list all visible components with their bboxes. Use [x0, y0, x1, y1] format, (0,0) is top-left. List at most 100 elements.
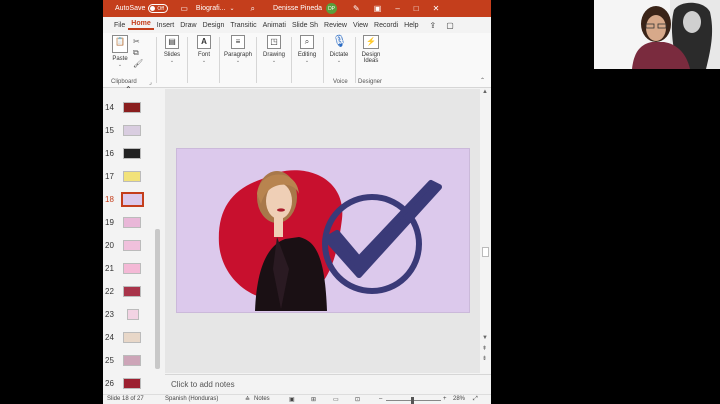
slide-thumbnail[interactable] — [123, 332, 141, 343]
close-icon[interactable]: ✕ — [433, 4, 440, 13]
ribbon-tabs: File Home Insert Draw Design Transitic A… — [103, 17, 491, 33]
scroll-up-icon[interactable]: ▲ — [482, 89, 488, 95]
slide-thumbnail[interactable] — [123, 125, 141, 136]
thumbnail-row[interactable]: 21 — [103, 260, 163, 280]
share-icon[interactable]: ⇪ — [430, 21, 437, 30]
notes-pane[interactable]: Click to add notes — [165, 374, 491, 394]
slides-button[interactable]: ▤ Slides ⌄ — [161, 35, 183, 64]
copy-icon[interactable]: ⧉ — [133, 47, 143, 58]
autosave-toggle[interactable]: Off — [148, 4, 169, 13]
slide-thumbnail[interactable] — [123, 378, 141, 389]
thumbnail-row[interactable]: 17 — [103, 168, 163, 188]
tab-insert[interactable]: Insert — [154, 22, 178, 29]
fit-to-window-icon[interactable]: ⤢ — [473, 396, 478, 403]
tab-home[interactable]: Home — [128, 20, 154, 30]
editing-button[interactable]: ⌕ Editing ⌄ — [294, 35, 320, 64]
file-name[interactable]: Biografi... — [196, 5, 226, 12]
tab-transitions[interactable]: Transitic — [227, 22, 259, 29]
thumbnail-row[interactable]: 15 — [103, 122, 163, 142]
drawing-button[interactable]: ◳ Drawing ⌄ — [260, 35, 288, 64]
slide-thumbnail[interactable] — [123, 171, 141, 182]
chevron-down-icon: ⌄ — [235, 58, 241, 64]
next-slide-icon[interactable]: ⇟ — [482, 355, 487, 362]
zoom-in-icon[interactable]: + — [443, 396, 447, 402]
thumbnail-row[interactable]: 26 — [103, 375, 163, 395]
slideshow-icon[interactable]: ⊡ — [355, 396, 360, 403]
clipboard-icon: 📋 — [112, 35, 128, 53]
tab-help[interactable]: Help — [401, 22, 421, 29]
divider — [355, 37, 356, 83]
slide-thumbnail[interactable] — [123, 263, 141, 274]
thumbnail-scrollbar[interactable] — [155, 229, 160, 369]
dictate-button[interactable]: 🎙 Dictate ⌄ — [326, 35, 352, 64]
reading-view-icon[interactable]: ▭ — [333, 396, 339, 403]
vertical-scrollbar[interactable]: ▲ ▼ ⇞ ⇟ — [480, 89, 491, 373]
slide-thumbnail[interactable] — [123, 286, 141, 297]
group-label-voice: Voice — [333, 79, 348, 85]
scroll-down-icon[interactable]: ▼ — [482, 335, 488, 341]
notes-icon[interactable]: ≙ — [245, 396, 250, 403]
thumbnail-row[interactable]: 23 — [103, 306, 163, 326]
tab-draw[interactable]: Draw — [177, 22, 199, 29]
tab-slide-show[interactable]: Slide Sh — [289, 22, 321, 29]
slide-number: 14 — [105, 103, 114, 112]
comments-icon[interactable]: ▢ — [446, 21, 454, 30]
scroll-up-icon[interactable]: ⌃ — [125, 85, 132, 94]
slide-thumbnail[interactable] — [127, 309, 139, 320]
zoom-out-icon[interactable]: – — [379, 396, 382, 402]
scrollbar-thumb[interactable] — [482, 247, 489, 257]
pen-icon[interactable]: ✎ — [353, 4, 360, 13]
autosave-state: Off — [157, 5, 164, 12]
language-status[interactable]: Spanish (Honduras) — [165, 396, 218, 402]
zoom-level[interactable]: 28% — [453, 396, 465, 402]
paste-button[interactable]: 📋 Paste ⌄ — [109, 35, 131, 68]
paragraph-button[interactable]: ≡ Paragraph ⌄ — [222, 35, 254, 64]
thumbnail-row[interactable]: 25 — [103, 352, 163, 372]
dialog-launcher-icon[interactable]: ⌟ — [149, 79, 152, 86]
avatar[interactable]: DP — [326, 3, 338, 14]
thumbnail-pane: ⌃ 14 15 16 17 18 19 20 21 22 23 24 25 26 — [103, 85, 163, 395]
tab-recording[interactable]: Recordi — [371, 22, 401, 29]
group-label-clipboard: Clipboard — [111, 79, 137, 85]
slide-thumbnail[interactable] — [123, 217, 141, 228]
tab-view[interactable]: View — [350, 22, 371, 29]
thumbnail-row-selected[interactable]: 18 — [103, 191, 163, 211]
thumbnail-row[interactable]: 24 — [103, 329, 163, 349]
minimize-icon[interactable]: – — [395, 4, 399, 13]
thumbnail-row[interactable]: 19 — [103, 214, 163, 234]
tab-animations[interactable]: Animati — [260, 22, 289, 29]
tab-review[interactable]: Review — [321, 22, 350, 29]
slide-sorter-icon[interactable]: ⊞ — [311, 396, 316, 403]
thumbnail-row[interactable]: 16 — [103, 145, 163, 165]
thumbnail-row[interactable]: 22 — [103, 283, 163, 303]
slide-thumbnail[interactable] — [123, 240, 141, 251]
design-ideas-button[interactable]: ⚡ Design Ideas — [358, 35, 384, 64]
divider — [156, 37, 157, 83]
font-button[interactable]: A Font ⌄ — [193, 35, 215, 64]
notes-button[interactable]: Notes — [254, 396, 270, 402]
previous-slide-icon[interactable]: ⇞ — [482, 345, 487, 352]
slide-thumbnail[interactable] — [123, 148, 141, 159]
ribbon-display-icon[interactable]: ▣ — [374, 4, 382, 13]
normal-view-icon[interactable]: ▣ — [289, 396, 295, 403]
cut-icon[interactable]: ✂ — [133, 36, 143, 47]
slide-thumbnail[interactable] — [123, 102, 141, 113]
ribbon: 📋 Paste ⌄ ✂ ⧉ 🖌 Clipboard ⌟ ▤ Slides ⌄ A… — [103, 33, 491, 88]
tab-file[interactable]: File — [111, 22, 128, 29]
search-icon[interactable]: ⌕ — [251, 4, 255, 14]
divider — [291, 37, 292, 83]
slide-number: 24 — [105, 333, 114, 342]
chevron-down-icon[interactable]: ⌄ — [230, 5, 235, 12]
format-painter-icon[interactable]: 🖌 — [133, 58, 143, 69]
maximize-icon[interactable]: □ — [414, 4, 419, 13]
slide-thumbnail-selected[interactable] — [121, 192, 144, 207]
zoom-slider-thumb[interactable] — [411, 397, 414, 404]
current-slide[interactable] — [176, 148, 470, 313]
collapse-ribbon-icon[interactable]: ⌃ — [480, 77, 485, 84]
thumbnail-row[interactable]: 20 — [103, 237, 163, 257]
webcam-overlay — [594, 0, 720, 69]
thumbnail-row[interactable]: 14 — [103, 99, 163, 119]
slide-number: 26 — [105, 379, 114, 388]
tab-design[interactable]: Design — [200, 22, 228, 29]
slide-thumbnail[interactable] — [123, 355, 141, 366]
